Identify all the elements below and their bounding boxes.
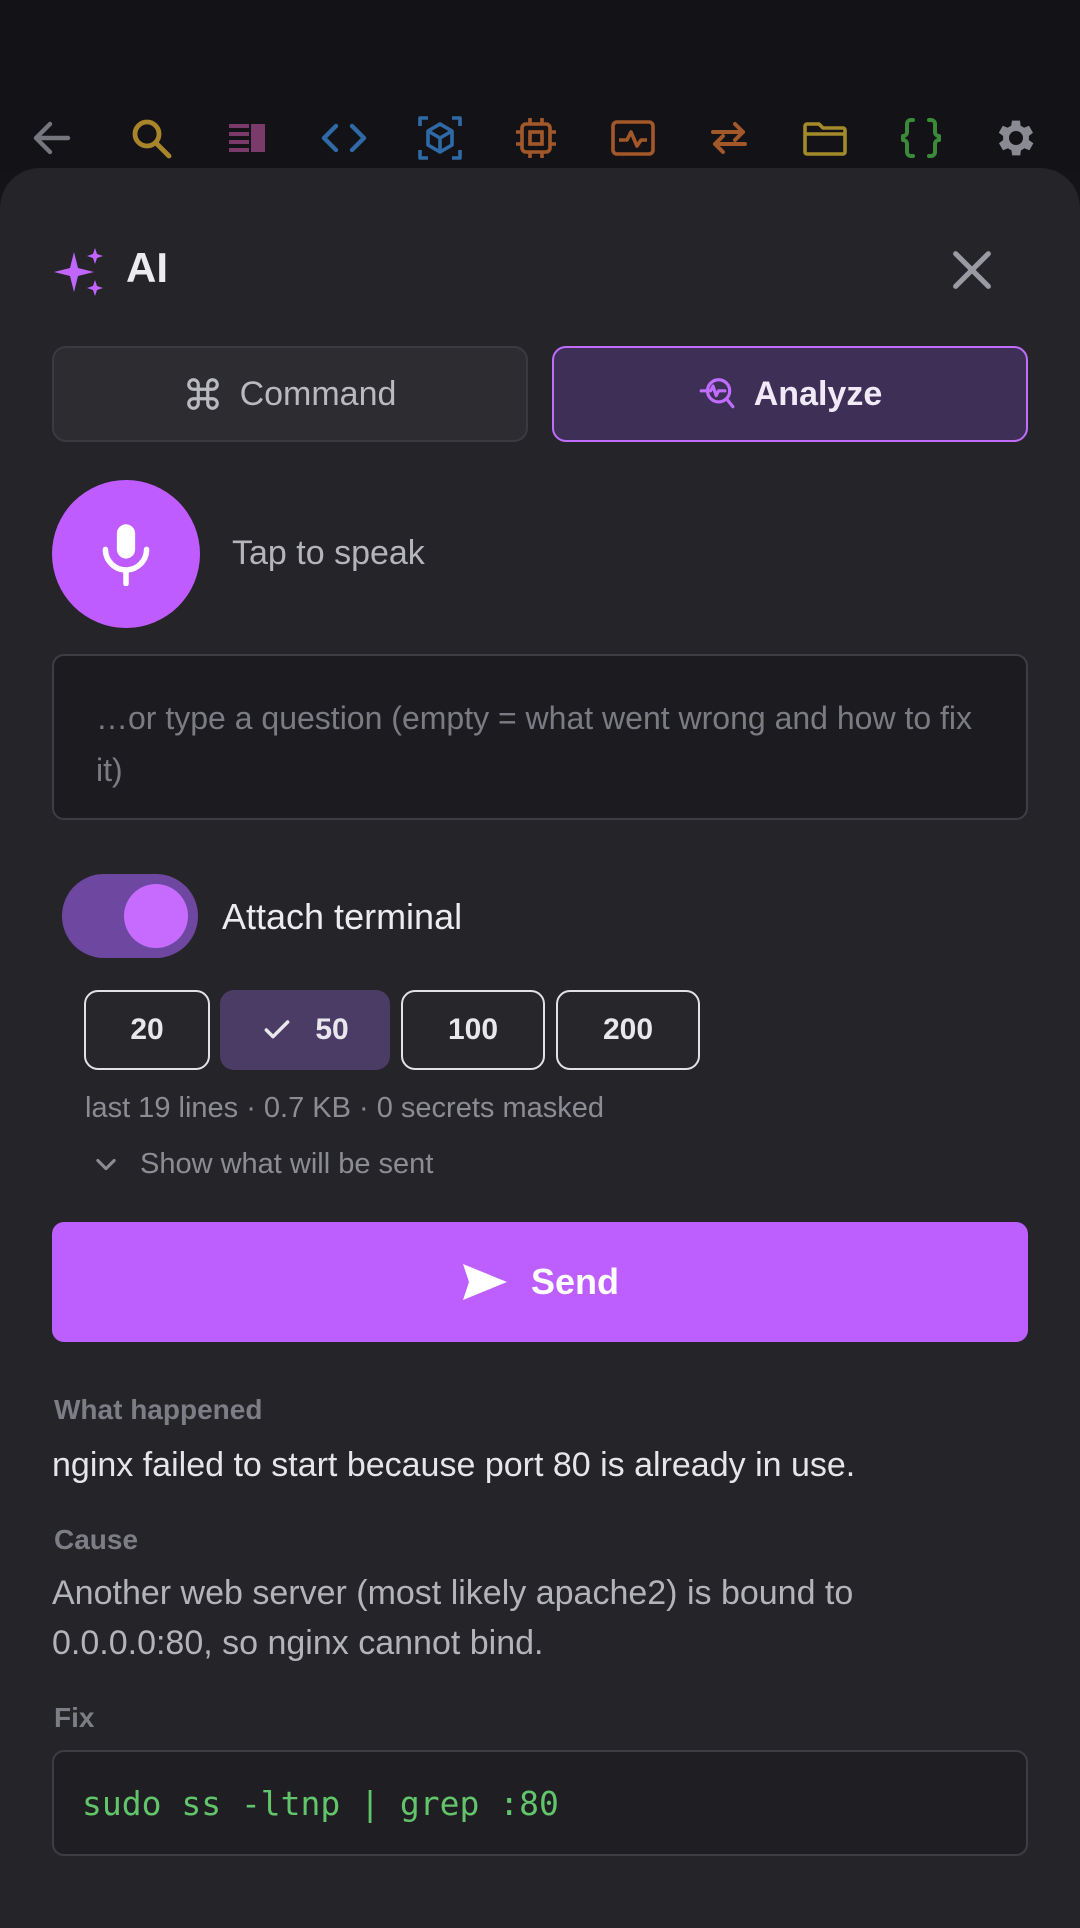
close-icon[interactable] — [944, 242, 1000, 298]
disclosure-label: Show what will be sent — [140, 1147, 434, 1180]
mic-button[interactable] — [52, 480, 200, 628]
chip-label: 50 — [315, 1013, 349, 1046]
attach-terminal-label: Attach terminal — [222, 896, 463, 937]
chip-label: 100 — [447, 1013, 499, 1046]
tap-to-speak-label: Tap to speak — [232, 534, 425, 572]
command-key-icon — [186, 378, 219, 410]
braces-icon[interactable] — [893, 110, 949, 166]
send-label: Send — [530, 1261, 619, 1302]
lines-chip-100[interactable]: 100 — [401, 990, 545, 1070]
cause-heading: Cause — [54, 1524, 139, 1555]
fix-command[interactable]: sudo ss -ltnp | grep :80 — [52, 1750, 1028, 1856]
send-icon — [462, 1264, 507, 1300]
chip-label: 20 — [130, 1013, 164, 1046]
monitor-activity-icon[interactable] — [605, 110, 661, 166]
microphone-icon — [102, 524, 150, 586]
gear-icon[interactable] — [988, 110, 1044, 166]
check-icon — [264, 1020, 290, 1039]
tab-command[interactable]: Command — [52, 346, 528, 442]
attach-terminal-toggle[interactable] — [62, 874, 198, 958]
panels-icon[interactable] — [219, 110, 275, 166]
cube-icon[interactable] — [412, 110, 468, 166]
send-button[interactable]: Send — [52, 1222, 1028, 1342]
lines-chip-20[interactable]: 20 — [84, 990, 210, 1070]
cause-text: Another web server (most likely apache2)… — [52, 1574, 854, 1662]
top-toolbar — [0, 0, 1080, 170]
toggle-knob — [124, 884, 188, 948]
chip-label: 200 — [602, 1013, 654, 1046]
panel-title: AI — [126, 244, 168, 291]
analyze-search-icon — [699, 378, 735, 409]
tab-command-label: Command — [239, 374, 397, 413]
tab-analyze[interactable]: Analyze — [552, 346, 1028, 442]
transfer-icon[interactable] — [701, 110, 757, 166]
cpu-icon[interactable] — [508, 110, 564, 166]
folder-icon[interactable] — [797, 110, 853, 166]
search-icon[interactable] — [123, 110, 179, 166]
fix-heading: Fix — [54, 1702, 95, 1733]
tab-analyze-label: Analyze — [753, 374, 883, 413]
what-happened-text: nginx failed to start because port 80 is… — [52, 1446, 856, 1484]
back-arrow-icon[interactable] — [24, 110, 80, 166]
lines-chip-50[interactable]: 50 — [220, 990, 390, 1070]
ai-panel: AI Command Analyze Tap to speak …or type… — [0, 168, 1080, 1928]
what-happened-heading: What happened — [54, 1394, 263, 1425]
attachment-summary: last 19 lines · 0.7 KB · 0 secrets maske… — [85, 1092, 604, 1124]
sparkle-icon — [54, 248, 103, 296]
panel-header: AI — [52, 240, 1028, 300]
question-input[interactable]: …or type a question (empty = what went w… — [52, 654, 1028, 820]
chevron-down-icon — [96, 1158, 116, 1171]
lines-chip-200[interactable]: 200 — [556, 990, 700, 1070]
code-icon[interactable] — [316, 110, 372, 166]
show-what-will-be-sent[interactable]: Show what will be sent — [92, 1144, 433, 1184]
